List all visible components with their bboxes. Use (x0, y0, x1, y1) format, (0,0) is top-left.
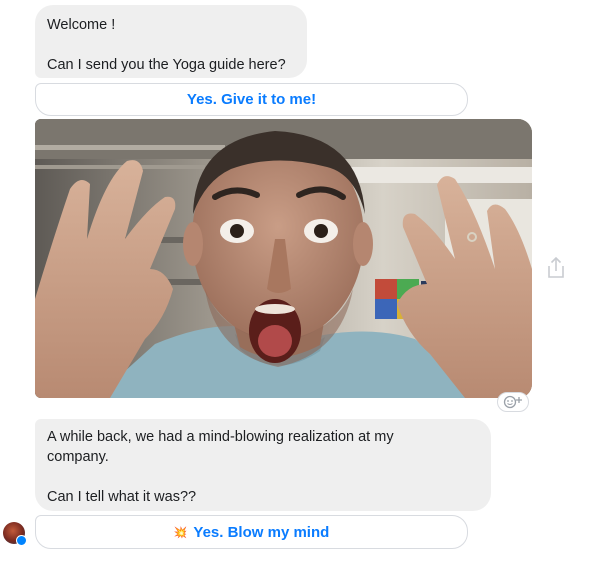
photo-message[interactable] (35, 119, 532, 398)
message-spacer (47, 35, 295, 55)
message-spacer (47, 467, 479, 487)
collision-emoji-icon: 💥 (173, 526, 188, 539)
message-text: company. (47, 449, 109, 465)
message-text: Can I send you the Yoga guide here? (47, 57, 286, 73)
quick-reply-label: Yes. Give it to me! (186, 91, 317, 108)
bot-message-welcome: Welcome ! Can I send you the Yoga guide … (35, 5, 307, 78)
message-text: Welcome ! (47, 17, 116, 33)
bot-message-story: A while back, we had a mind-blowing real… (35, 419, 491, 511)
avatar[interactable] (3, 522, 27, 546)
quick-reply-label: Yes. Blow my mind (193, 523, 330, 541)
add-reaction-icon[interactable] (497, 392, 529, 412)
share-icon[interactable] (545, 256, 567, 280)
surprised-man-photo (35, 119, 532, 398)
messenger-badge-icon (16, 535, 27, 546)
quick-reply-blow-mind-button[interactable]: 💥 Yes. Blow my mind (35, 515, 468, 549)
message-text: Can I tell what it was?? (47, 489, 197, 505)
message-text: A while back, we had a mind-blowing real… (47, 429, 394, 445)
quick-reply-give-it-button[interactable]: Yes. Give it to me! (35, 83, 468, 116)
